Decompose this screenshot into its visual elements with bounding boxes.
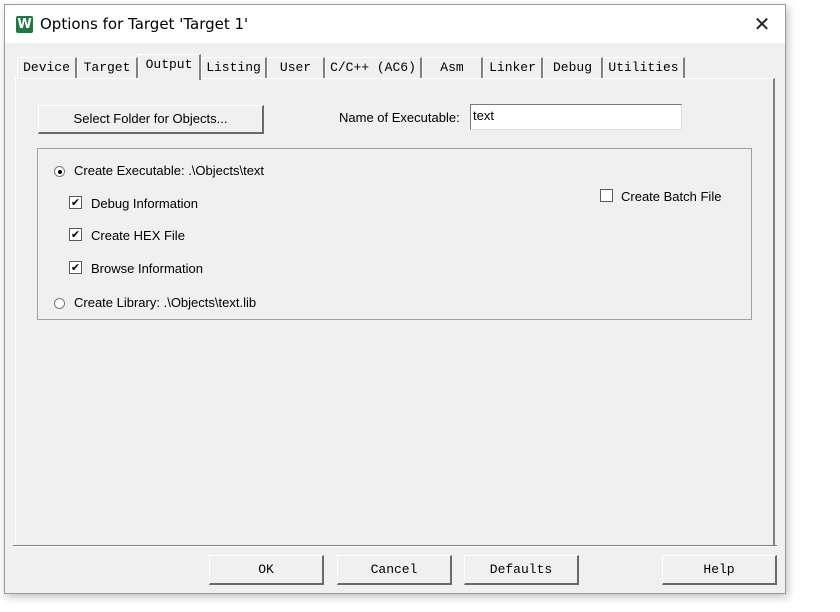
close-button[interactable]: ✕ xyxy=(739,5,785,43)
create-executable-radio[interactable] xyxy=(54,166,65,177)
create-executable-label: Create Executable: .\Objects\text xyxy=(74,163,265,178)
tab-target[interactable]: Target xyxy=(77,57,138,78)
browse-information-label: Browse Information xyxy=(91,261,203,276)
debug-information-checkbox[interactable]: ✔ xyxy=(69,196,82,209)
name-of-executable-label: Name of Executable: xyxy=(339,110,460,125)
options-dialog: W Options for Target 'Target 1' ✕ Device… xyxy=(4,4,786,594)
debug-information-label: Debug Information xyxy=(91,196,198,211)
window-title: Options for Target 'Target 1' xyxy=(40,15,249,33)
tab-user[interactable]: User xyxy=(267,57,325,78)
tab-linker[interactable]: Linker xyxy=(483,57,543,78)
tab-output[interactable]: Output xyxy=(138,54,201,80)
create-library-radio[interactable] xyxy=(54,298,65,309)
create-batch-file-label: Create Batch File xyxy=(621,189,722,204)
tab-device[interactable]: Device xyxy=(17,57,77,78)
create-hex-checkbox[interactable]: ✔ xyxy=(69,228,82,241)
help-button[interactable]: Help xyxy=(662,555,777,585)
cancel-button[interactable]: Cancel xyxy=(337,555,452,585)
browse-information-checkbox[interactable]: ✔ xyxy=(69,261,82,274)
output-options-group: Create Executable: .\Objects\text ✔ Debu… xyxy=(37,148,752,320)
defaults-button[interactable]: Defaults xyxy=(464,555,579,585)
tab-cpp[interactable]: C/C++ (AC6) xyxy=(325,57,422,78)
create-batch-file-checkbox[interactable] xyxy=(600,189,613,202)
create-hex-label: Create HEX File xyxy=(91,228,185,243)
tab-asm[interactable]: Asm xyxy=(422,57,483,78)
bottom-separator xyxy=(13,545,777,547)
tab-listing[interactable]: Listing xyxy=(201,57,267,78)
create-library-label: Create Library: .\Objects\text.lib xyxy=(74,295,257,310)
select-folder-button[interactable]: Select Folder for Objects... xyxy=(38,105,264,134)
executable-name-input[interactable]: text xyxy=(470,104,682,130)
ok-button[interactable]: OK xyxy=(209,555,324,585)
title-bar: W Options for Target 'Target 1' ✕ xyxy=(5,5,785,43)
keil-uvision-icon: W xyxy=(16,16,33,33)
tab-utilities[interactable]: Utilities xyxy=(603,57,685,78)
tab-debug[interactable]: Debug xyxy=(543,57,603,78)
